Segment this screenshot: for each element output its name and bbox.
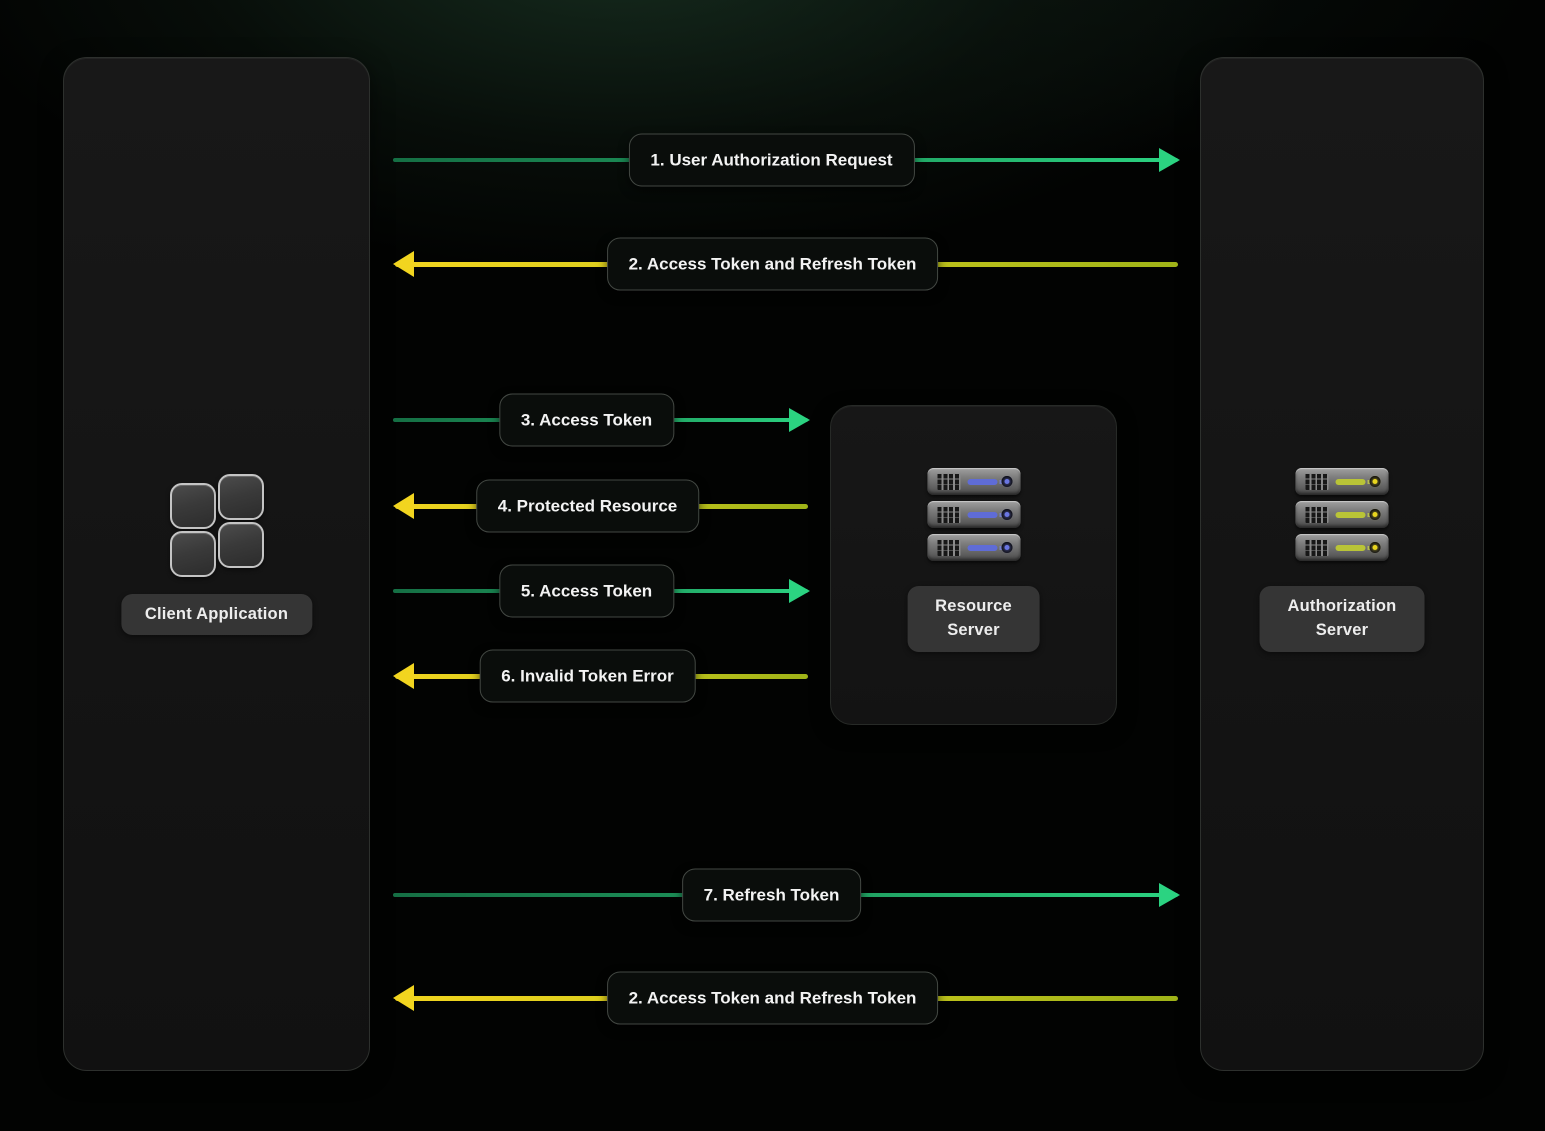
arrow-label: 7. Refresh Token xyxy=(682,869,862,922)
arrowhead-left-icon xyxy=(393,985,414,1011)
arrow-label: 2. Access Token and Refresh Token xyxy=(607,972,939,1025)
server-led-dot xyxy=(1370,509,1381,520)
arrowhead-right-icon xyxy=(1159,148,1180,172)
arrow-label: 5. Access Token xyxy=(499,565,674,618)
server-vent-grill-icon xyxy=(1306,539,1329,556)
server-unit-icon xyxy=(1296,468,1389,495)
arrow-label: 3. Access Token xyxy=(499,394,674,447)
server-led-dot xyxy=(1001,509,1012,520)
app-tile-icon xyxy=(218,474,264,520)
arrowhead-left-icon xyxy=(393,251,414,277)
app-tile-icon xyxy=(218,522,264,568)
server-led-dot xyxy=(1001,542,1012,553)
server-led-bar xyxy=(1336,479,1366,485)
server-unit-icon xyxy=(927,468,1020,495)
server-unit-icon xyxy=(1296,534,1389,561)
resource-server-panel: Resource Server xyxy=(830,405,1117,725)
app-tile-icon xyxy=(170,483,216,529)
arrow-label: 4. Protected Resource xyxy=(476,480,700,533)
client-application-panel: Client Application xyxy=(63,57,370,1071)
oauth-flow-diagram: Client Application Resourc xyxy=(0,0,1545,1131)
server-unit-icon xyxy=(927,534,1020,561)
server-led-dot xyxy=(1370,542,1381,553)
arrowhead-left-icon xyxy=(393,663,414,689)
client-application-label: Client Application xyxy=(121,594,312,635)
arrowhead-right-icon xyxy=(1159,883,1180,907)
server-led-bar xyxy=(967,479,997,485)
server-vent-grill-icon xyxy=(937,539,960,556)
arrow-label: 1. User Authorization Request xyxy=(628,134,914,187)
arrow-label: 6. Invalid Token Error xyxy=(479,650,696,703)
server-vent-grill-icon xyxy=(1306,506,1329,523)
server-led-bar xyxy=(1336,512,1366,518)
authorization-server-panel: Authorization Server xyxy=(1200,57,1484,1071)
server-unit-icon xyxy=(1296,501,1389,528)
server-led-bar xyxy=(967,545,997,551)
arrowhead-right-icon xyxy=(789,408,810,432)
server-vent-grill-icon xyxy=(937,473,960,490)
app-grid-icon xyxy=(170,474,264,568)
resource-server-label: Resource Server xyxy=(907,586,1040,652)
server-led-bar xyxy=(1336,545,1366,551)
server-rack-icon xyxy=(1296,468,1389,567)
server-vent-grill-icon xyxy=(937,506,960,523)
arrow-label: 2. Access Token and Refresh Token xyxy=(607,238,939,291)
server-led-dot xyxy=(1370,476,1381,487)
server-led-dot xyxy=(1001,476,1012,487)
arrowhead-left-icon xyxy=(393,493,414,519)
app-tile-icon xyxy=(170,531,216,577)
server-led-bar xyxy=(967,512,997,518)
server-rack-icon xyxy=(927,468,1020,567)
authorization-server-label: Authorization Server xyxy=(1260,586,1425,652)
arrowhead-right-icon xyxy=(789,579,810,603)
server-unit-icon xyxy=(927,501,1020,528)
server-vent-grill-icon xyxy=(1306,473,1329,490)
